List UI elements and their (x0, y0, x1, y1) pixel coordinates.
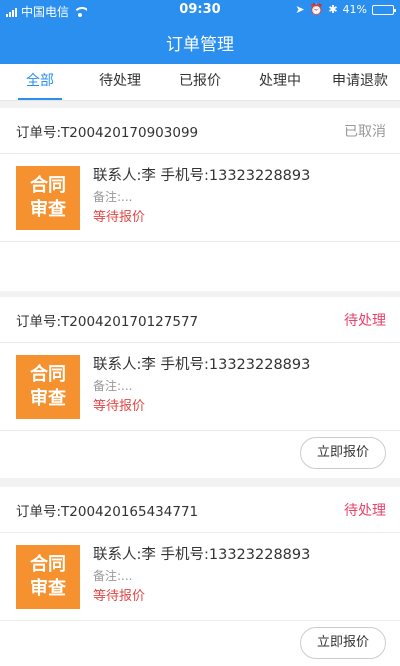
tab-processing[interactable]: 处理中 (240, 64, 320, 100)
contact-info: 联系人:李 手机号:13323228893 (93, 168, 311, 184)
contact-info: 联系人:李 手机号:13323228893 (93, 357, 311, 373)
thumb-text-line2: 审查 (30, 199, 66, 220)
tab-refund-request[interactable]: 申请退款 (320, 64, 400, 100)
quote-state: 等待报价 (93, 589, 146, 604)
order-status: 待处理 (344, 502, 386, 519)
order-status: 已取消 (344, 123, 386, 140)
quote-state: 等待报价 (93, 399, 146, 414)
order-footer: 立即报价 (0, 431, 400, 475)
remark: 备注:... (93, 379, 133, 393)
order-card[interactable]: 订单号:T200420165434771 待处理 合同 审查 联系人:李 手机号… (0, 487, 400, 666)
tab-bar: 全部 待处理 已报价 处理中 申请退款 (0, 64, 400, 101)
order-header: 订单号:T200420170127577 待处理 (0, 297, 400, 343)
order-number: 订单号:T200420170903099 (16, 124, 199, 141)
status-right: ➤ ⏰ ✱ 41% (295, 3, 396, 16)
battery-percent: 41% (342, 3, 367, 16)
status-bar: 中国电信 09:30 ➤ ⏰ ✱ 41% (0, 0, 400, 20)
order-header: 订单号:T200420165434771 待处理 (0, 487, 400, 533)
order-footer: 立即报价 (0, 621, 400, 665)
quote-now-button[interactable]: 立即报价 (300, 437, 386, 469)
order-status: 待处理 (344, 312, 386, 329)
remark: 备注:... (93, 190, 133, 204)
quote-now-button[interactable]: 立即报价 (300, 627, 386, 659)
location-icon: ➤ (295, 3, 305, 16)
service-thumbnail: 合同 审查 (16, 355, 80, 419)
thumb-text-line2: 审查 (30, 578, 66, 599)
thumb-text-line2: 审查 (30, 388, 66, 409)
service-thumbnail: 合同 审查 (16, 545, 80, 609)
nav-bar: 订单管理 (0, 20, 400, 64)
tab-quoted[interactable]: 已报价 (160, 64, 240, 100)
order-body: 合同 审查 联系人:李 手机号:13323228893 备注:... 等待报价 (0, 154, 400, 242)
contact-info: 联系人:李 手机号:13323228893 (93, 547, 311, 563)
order-body: 合同 审查 联系人:李 手机号:13323228893 备注:... 等待报价 (0, 533, 400, 621)
service-thumbnail: 合同 审查 (16, 166, 80, 230)
battery-icon (372, 4, 396, 15)
remark: 备注:... (93, 569, 133, 583)
tab-pending[interactable]: 待处理 (80, 64, 160, 100)
thumb-text-line1: 合同 (30, 554, 66, 575)
tab-all[interactable]: 全部 (0, 64, 80, 100)
bluetooth-icon: ✱ (328, 3, 338, 16)
order-card[interactable]: 订单号:T200420170127577 待处理 合同 审查 联系人:李 手机号… (0, 297, 400, 478)
order-number: 订单号:T200420165434771 (16, 503, 199, 520)
order-number: 订单号:T200420170127577 (16, 313, 199, 330)
order-body: 合同 审查 联系人:李 手机号:13323228893 备注:... 等待报价 (0, 343, 400, 431)
page-title: 订单管理 (166, 34, 234, 55)
thumb-text-line1: 合同 (30, 175, 66, 196)
thumb-text-line1: 合同 (30, 364, 66, 385)
alarm-icon: ⏰ (309, 3, 324, 16)
order-card[interactable]: 订单号:T200420170903099 已取消 合同 审查 联系人:李 手机号… (0, 108, 400, 291)
quote-state: 等待报价 (93, 210, 146, 225)
order-header: 订单号:T200420170903099 已取消 (0, 108, 400, 154)
